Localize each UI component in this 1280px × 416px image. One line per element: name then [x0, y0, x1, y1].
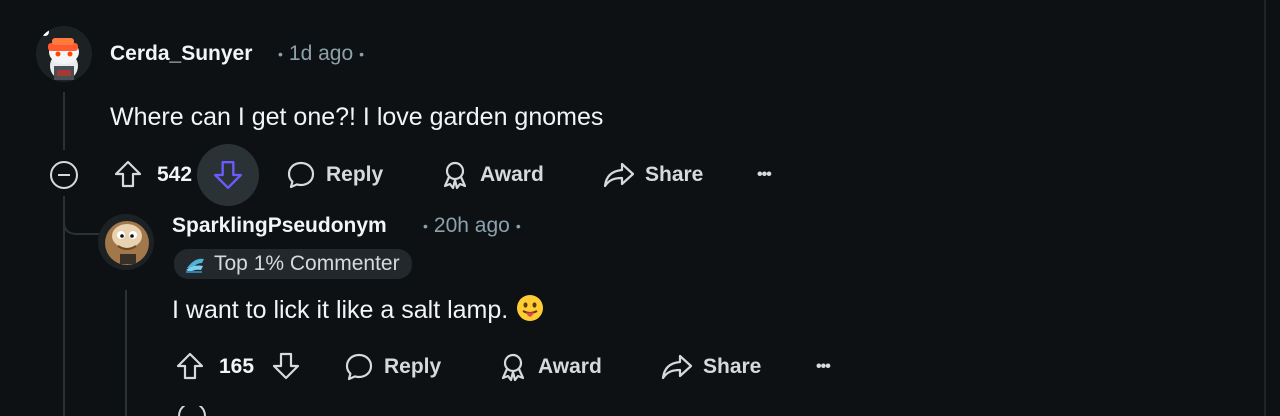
user-flair[interactable]: Top 1% Commenter [174, 249, 412, 279]
tongue-out-emoji-icon [516, 294, 544, 329]
vote-score: 165 [219, 355, 255, 378]
separator-dot: • [423, 218, 428, 235]
snoo-avatar-icon [98, 214, 154, 270]
collapse-icon [50, 161, 78, 189]
downvote-icon [214, 161, 242, 189]
upvote-button[interactable] [108, 154, 148, 194]
comment-body-text: I want to lick it like a salt lamp. [172, 296, 509, 325]
timestamp-text[interactable]: 20h ago [434, 214, 510, 237]
award-label: Award [538, 355, 602, 378]
more-options-button[interactable]: ••• [816, 347, 831, 387]
share-icon [603, 162, 635, 188]
comment-thread: Cerda_Sunyer • 1d ago • Where can I get on… [0, 0, 1280, 416]
comment-timestamp: • 1d ago • [272, 42, 370, 66]
avatar[interactable] [36, 26, 92, 82]
more-icon: ••• [816, 358, 831, 375]
separator-dot: • [278, 46, 283, 63]
thread-connector [63, 210, 101, 235]
award-button[interactable]: Award [440, 155, 544, 195]
more-icon: ••• [757, 166, 772, 183]
upvote-button[interactable] [170, 346, 210, 386]
award-button[interactable]: Award [498, 347, 602, 387]
vote-score: 542 [157, 163, 193, 186]
reply-button[interactable]: Reply [344, 347, 441, 387]
award-icon [443, 161, 467, 190]
collapse-button[interactable] [47, 158, 81, 192]
collapse-icon[interactable] [176, 406, 208, 416]
comment-author[interactable]: SparklingPseudonym [172, 214, 387, 238]
comment-body: Where can I get one?! I love garden gnom… [110, 103, 604, 131]
share-label: Share [645, 163, 704, 186]
comment-author[interactable]: Cerda_Sunyer [110, 42, 252, 66]
reply-button[interactable]: Reply [286, 155, 383, 195]
upvote-icon [114, 160, 142, 188]
flair-text: Top 1% Commenter [214, 252, 400, 275]
downvote-button[interactable] [197, 144, 259, 206]
reply-label: Reply [326, 163, 384, 186]
timestamp-text[interactable]: 1d ago [289, 42, 353, 65]
share-icon [661, 354, 693, 380]
award-label: Award [480, 163, 544, 186]
upvote-icon [176, 352, 204, 380]
share-button[interactable]: Share [603, 155, 703, 195]
downvote-button[interactable] [266, 346, 306, 386]
comment-body: I want to lick it like a salt lamp. [172, 294, 544, 329]
avatar[interactable] [98, 214, 154, 270]
comment-bubble-icon [345, 353, 373, 381]
snoo-avatar-icon [36, 26, 92, 82]
comment-bubble-icon [287, 161, 315, 189]
flair-badge-icon [186, 258, 204, 273]
share-button[interactable]: Share [661, 347, 761, 387]
separator-dot: • [515, 218, 521, 235]
award-icon [501, 353, 525, 382]
thread-line-comment2[interactable] [125, 290, 127, 416]
reply-label: Reply [384, 355, 442, 378]
share-label: Share [703, 355, 762, 378]
separator-dot: • [359, 46, 365, 63]
more-options-button[interactable]: ••• [757, 155, 772, 195]
thread-line-comment1[interactable] [63, 92, 65, 150]
comment-timestamp: • 20h ago • [417, 214, 527, 238]
panel-border [1264, 0, 1266, 416]
downvote-icon [272, 352, 300, 380]
